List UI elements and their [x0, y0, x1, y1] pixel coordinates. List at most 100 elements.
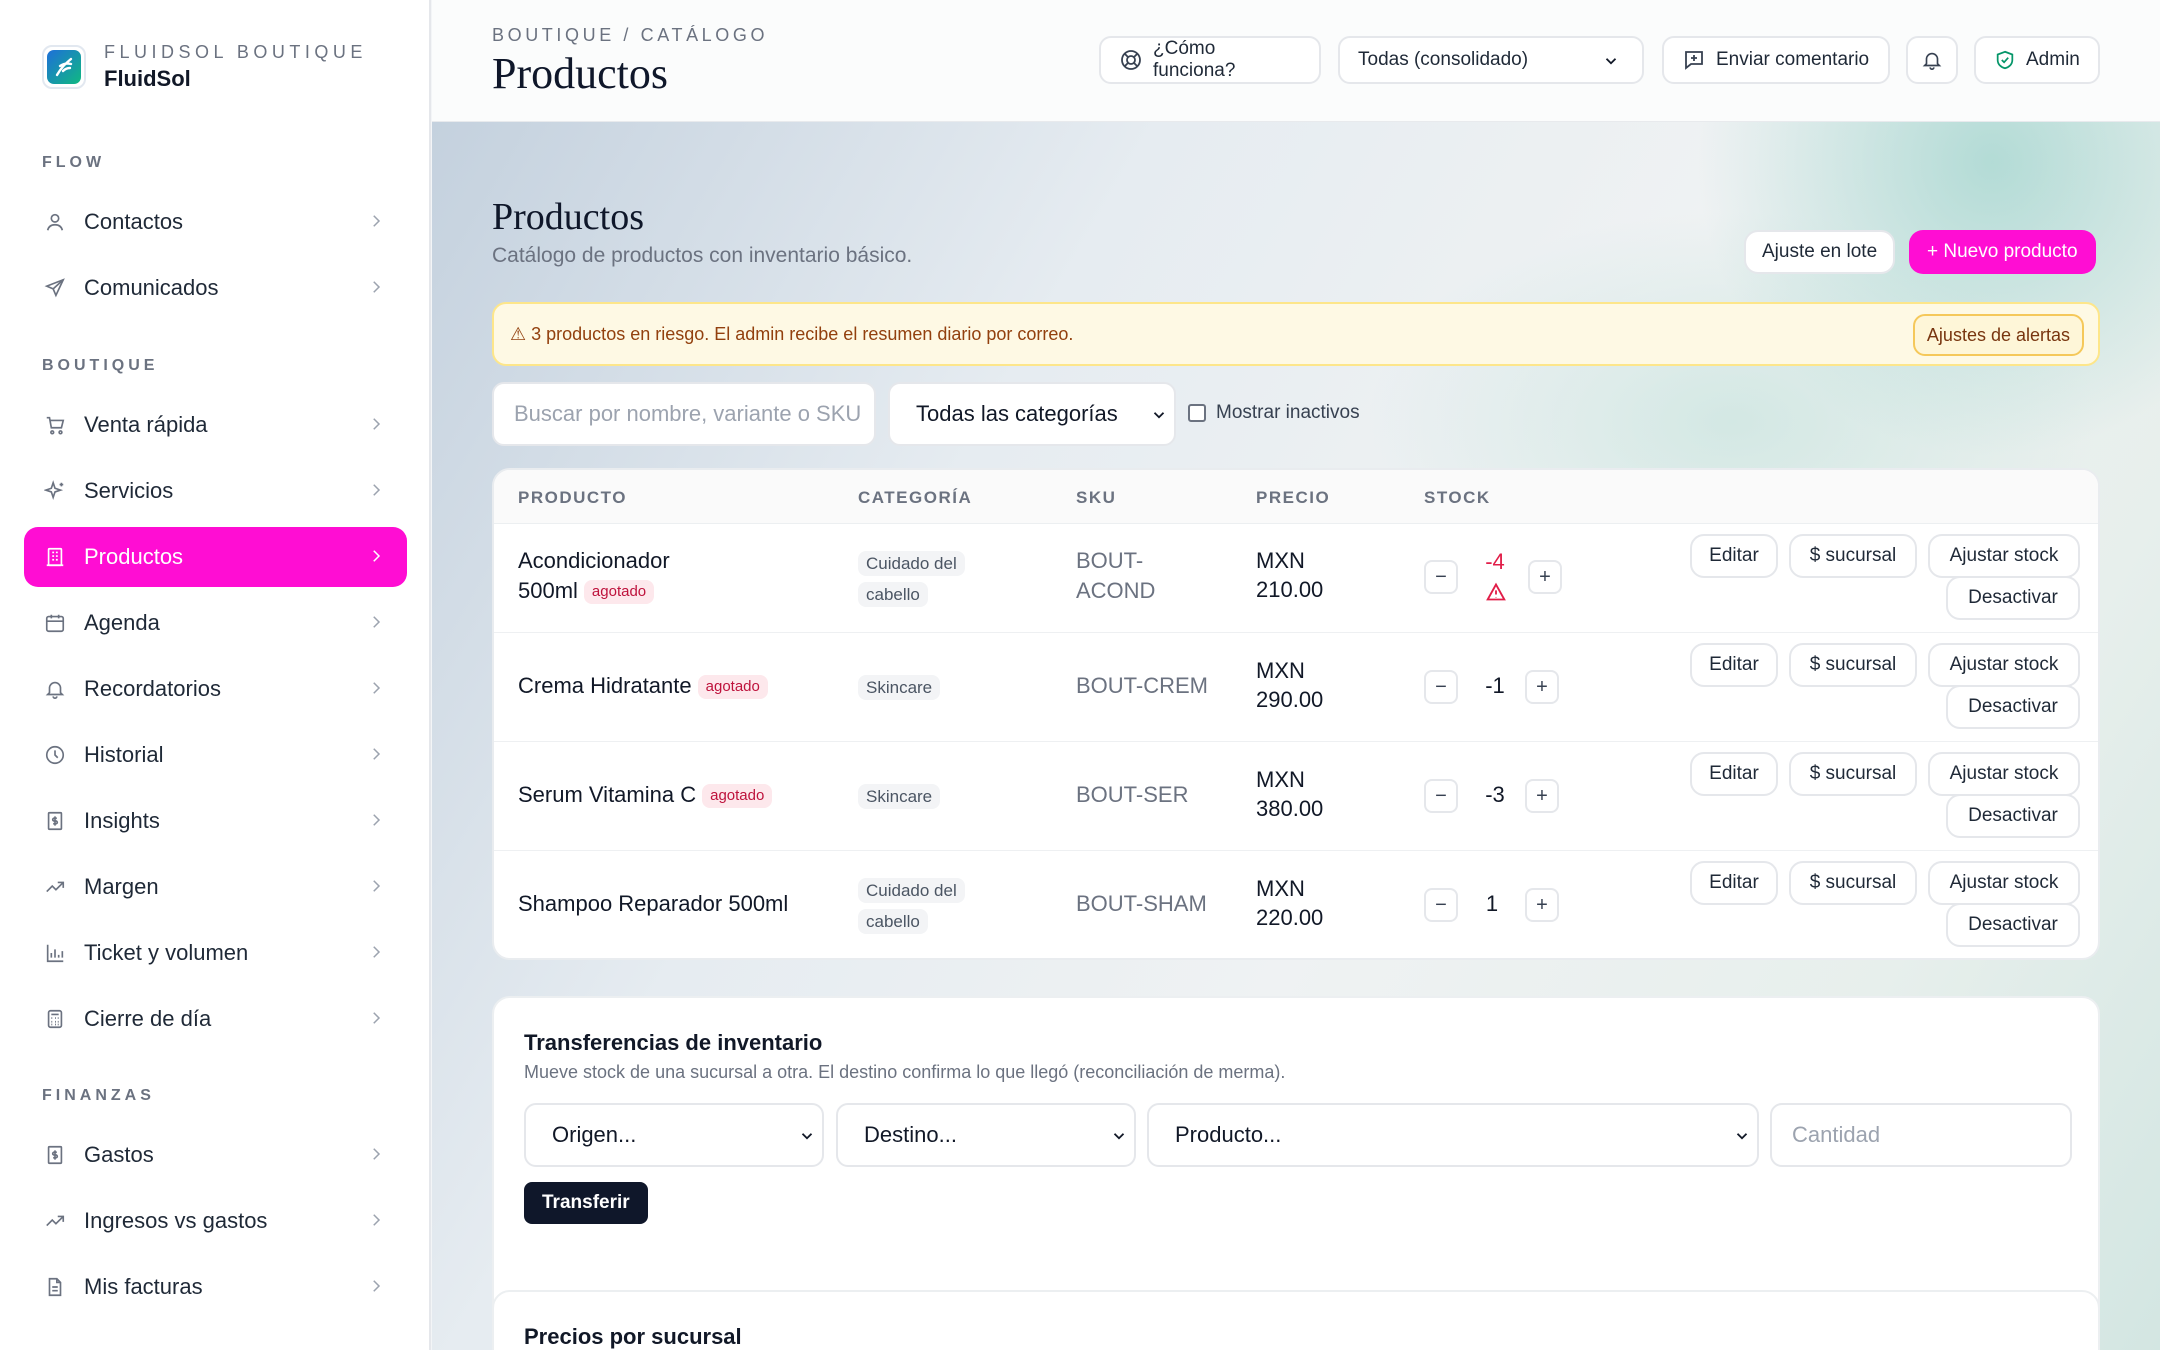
decrease-stock-button[interactable]: − — [1424, 670, 1458, 704]
chevron-right-icon — [367, 547, 385, 565]
branch-select-value: Todas (consolidado) — [1358, 49, 1529, 70]
sidebar-item-label: Contactos — [84, 209, 184, 234]
chevron-down-icon — [798, 1127, 816, 1145]
sidebar-item-comunicados[interactable]: Comunicados — [24, 258, 407, 318]
chevron-down-icon — [1602, 52, 1630, 70]
price-amount: 210.00 — [1256, 577, 1324, 602]
deactivate-button[interactable]: Desactivar — [1946, 903, 2080, 947]
product-name: Crema Hidratante agotado — [518, 671, 768, 701]
destination-select[interactable]: Destino... — [836, 1103, 1136, 1167]
notifications-button[interactable] — [1906, 36, 1958, 84]
branch-prices-title: Precios por sucursal — [524, 1324, 742, 1349]
branch-price-button[interactable]: $ sucursal — [1789, 861, 1917, 905]
section-flow: FLOW — [42, 154, 106, 171]
checkbox-box[interactable] — [1188, 404, 1206, 422]
section-finanzas: FINANZAS — [42, 1087, 155, 1104]
sidebar-item-recordatorios[interactable]: Recordatorios — [24, 659, 407, 719]
edit-button[interactable]: Editar — [1690, 752, 1778, 796]
category-select[interactable]: Todas las categorías — [888, 382, 1176, 446]
increase-stock-button[interactable]: + — [1525, 888, 1559, 922]
section-title: Productos — [492, 196, 644, 238]
sidebar-item-contactos[interactable]: Contactos — [24, 192, 407, 252]
bar-chart-icon — [42, 940, 68, 966]
column-header-producto: PRODUCTO — [518, 488, 627, 507]
help-button[interactable]: ¿Cómo funciona? — [1099, 36, 1321, 84]
brand[interactable]: FLUIDSOL BOUTIQUE FluidSol — [42, 41, 367, 93]
adjust-stock-button[interactable]: Ajustar stock — [1928, 861, 2080, 905]
sidebar-item-venta-rapida[interactable]: Venta rápida — [24, 395, 407, 455]
alert-settings-button[interactable]: Ajustes de alertas — [1912, 314, 2084, 356]
branch-price-button[interactable]: $ sucursal — [1789, 534, 1917, 578]
sidebar-item-insights[interactable]: Insights — [24, 791, 407, 851]
edit-button[interactable]: Editar — [1690, 861, 1778, 905]
status-badge: agotado — [697, 675, 768, 700]
branch-price-button[interactable]: $ sucursal — [1789, 643, 1917, 687]
sidebar-item-ticket-volumen[interactable]: Ticket y volumen — [24, 923, 407, 983]
sidebar-item-mis-facturas[interactable]: Mis facturas — [24, 1257, 407, 1317]
sidebar-item-margen[interactable]: Margen — [24, 857, 407, 917]
chevron-down-icon — [1110, 1127, 1128, 1145]
decrease-stock-button[interactable]: − — [1424, 779, 1458, 813]
decrease-stock-button[interactable]: − — [1424, 560, 1458, 594]
receipt-icon — [42, 1142, 68, 1168]
category-pill: Cuidado del cabello — [858, 875, 965, 937]
table-header: PRODUCTO CATEGORÍA SKU PRECIO STOCK — [494, 470, 2098, 524]
branch-price-button[interactable]: $ sucursal — [1789, 752, 1917, 796]
sidebar-item-cierre-dia[interactable]: Cierre de día — [24, 989, 407, 1049]
chevron-right-icon — [367, 1145, 385, 1163]
increase-stock-button[interactable]: + — [1525, 670, 1559, 704]
deactivate-button[interactable]: Desactivar — [1946, 794, 2080, 838]
main-content: Productos Catálogo de productos con inve… — [432, 122, 2160, 1350]
chevron-right-icon — [367, 811, 385, 829]
chevron-right-icon — [367, 212, 385, 230]
sidebar-item-productos[interactable]: Productos — [24, 527, 407, 587]
increase-stock-button[interactable]: + — [1525, 779, 1559, 813]
sku: BOUT- ACOND — [1076, 546, 1155, 606]
section-subtitle: Catálogo de productos con inventario bás… — [492, 244, 913, 267]
sidebar-item-label: Historial — [84, 742, 164, 767]
feedback-button[interactable]: Enviar comentario — [1662, 36, 1890, 84]
trending-up-icon — [42, 1208, 68, 1234]
search-input[interactable]: Buscar por nombre, variante o SKU — [492, 382, 876, 446]
sidebar-item-agenda[interactable]: Agenda — [24, 593, 407, 653]
transfer-button[interactable]: Transferir — [524, 1182, 648, 1224]
deactivate-button[interactable]: Desactivar — [1946, 576, 2080, 620]
sidebar-item-label: Agenda — [84, 610, 160, 635]
show-inactive-checkbox[interactable]: Mostrar inactivos — [1188, 402, 1360, 424]
new-product-button[interactable]: + Nuevo producto — [1909, 230, 2096, 274]
sparkles-icon — [42, 478, 68, 504]
adjust-stock-button[interactable]: Ajustar stock — [1928, 752, 2080, 796]
sidebar-item-label: Comunicados — [84, 275, 219, 300]
batch-adjust-button[interactable]: Ajuste en lote — [1744, 230, 1896, 274]
quantity-input[interactable]: Cantidad — [1770, 1103, 2072, 1167]
chevron-right-icon — [367, 1277, 385, 1295]
chevron-right-icon — [367, 1211, 385, 1229]
edit-button[interactable]: Editar — [1690, 643, 1778, 687]
section-boutique: BOUTIQUE — [42, 357, 159, 374]
category-pill: Skincare — [858, 781, 941, 812]
sidebar: FLUIDSOL BOUTIQUE FluidSol FLOW Contacto… — [0, 0, 431, 1350]
decrease-stock-button[interactable]: − — [1424, 888, 1458, 922]
sidebar-item-ingresos-gastos[interactable]: Ingresos vs gastos — [24, 1191, 407, 1251]
sidebar-item-label: Margen — [84, 874, 159, 899]
category-line: cabello — [858, 909, 928, 934]
product-select[interactable]: Producto... — [1147, 1103, 1759, 1167]
product-name-line: Serum Vitamina C — [518, 782, 697, 807]
branch-select[interactable]: Todas (consolidado) — [1338, 36, 1644, 84]
sidebar-item-gastos[interactable]: Gastos — [24, 1125, 407, 1185]
sidebar-item-servicios[interactable]: Servicios — [24, 461, 407, 521]
admin-button[interactable]: Admin — [1974, 36, 2100, 84]
increase-stock-button[interactable]: + — [1528, 560, 1562, 594]
adjust-stock-button[interactable]: Ajustar stock — [1928, 534, 2080, 578]
stock-value: -4 — [1485, 549, 1505, 574]
status-badge: agotado — [583, 580, 655, 605]
sidebar-item-label: Ingresos vs gastos — [84, 1208, 268, 1233]
origin-select[interactable]: Origen... — [524, 1103, 824, 1167]
stock-value: -1 — [1485, 673, 1505, 698]
price-currency: MXN — [1256, 658, 1305, 683]
price-amount: 380.00 — [1256, 796, 1324, 821]
adjust-stock-button[interactable]: Ajustar stock — [1928, 643, 2080, 687]
deactivate-button[interactable]: Desactivar — [1946, 685, 2080, 729]
edit-button[interactable]: Editar — [1690, 534, 1778, 578]
sidebar-item-historial[interactable]: Historial — [24, 725, 407, 785]
